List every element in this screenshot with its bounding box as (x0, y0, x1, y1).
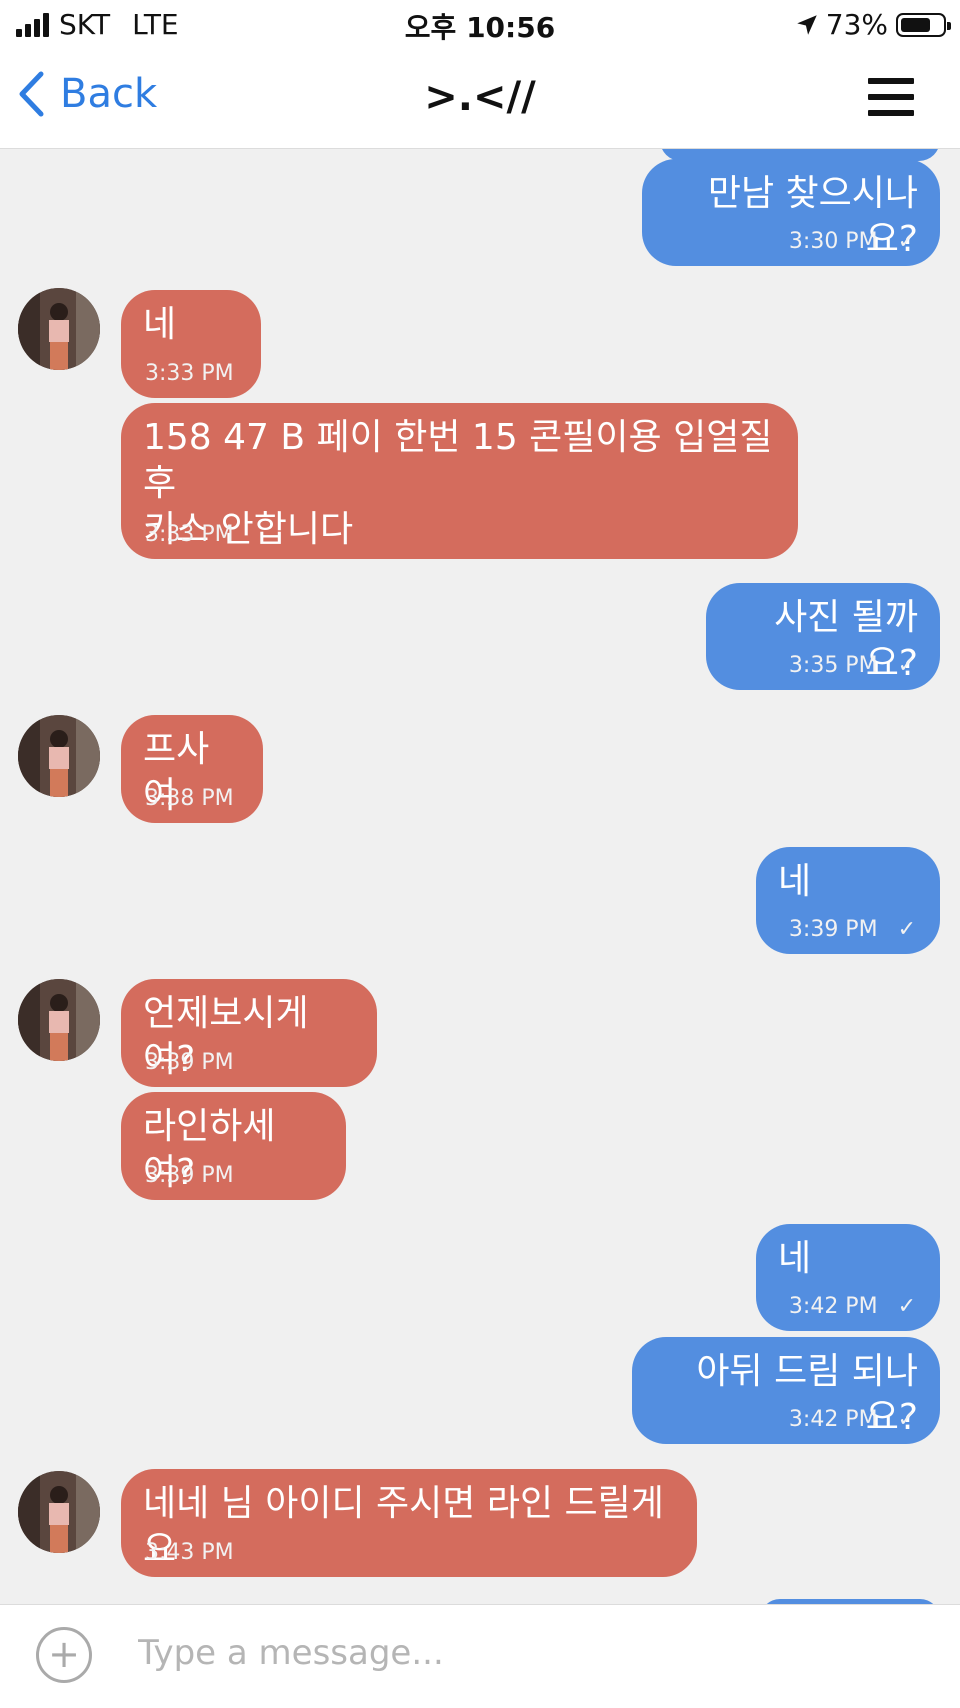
message-bubble-incoming[interactable]: 네네 님 아이디 주시면 라인 드릴게요 3:43 PM (121, 1469, 697, 1577)
message-time: 3:38 PM (145, 786, 234, 811)
profile-photo (18, 979, 100, 1061)
message-text: 네 (143, 304, 177, 345)
hamburger-menu-icon[interactable] (868, 78, 914, 116)
message-time: 3:33 PM (145, 522, 234, 547)
message-input[interactable] (136, 1621, 920, 1685)
message-time: 3:39 PM (145, 1050, 234, 1075)
message-time: 3:42 PM (788, 1407, 878, 1432)
message-bubble-incoming[interactable]: 프사여 3:38 PM (121, 715, 263, 823)
status-right: 73% (794, 8, 951, 41)
profile-photo (18, 1471, 100, 1553)
avatar[interactable] (18, 979, 100, 1061)
message-bubble-outgoing[interactable]: 만남 찾으시나요? 3:30 PM ✓ (642, 159, 940, 266)
message-time: 3:39 PM (145, 1163, 234, 1188)
message-meta: 3:35 PM ✓ (789, 653, 916, 678)
message-text: 네 (778, 861, 812, 902)
message-bubble-outgoing[interactable]: 아뒤 드림 되나요? 3:42 PM ✓ (632, 1337, 940, 1444)
message-text: 158 47 B 페이 한번 15 콘필이용 입얼질후 키스 안합니다 (143, 417, 773, 550)
avatar[interactable] (18, 1471, 100, 1553)
chat-title: >.<// (424, 74, 536, 120)
message-meta: 3:42 PM ✓ (789, 1294, 916, 1319)
message-bubble-outgoing[interactable]: 사진 될까요? 3:35 PM ✓ (706, 583, 940, 690)
profile-photo (18, 715, 100, 797)
nav-bar: Back >.<// (0, 48, 960, 149)
message-time: 3:33 PM (145, 361, 234, 386)
message-meta: 3:39 PM ✓ (789, 917, 916, 942)
message-meta: 3:30 PM ✓ (789, 229, 916, 254)
message-time: 3:42 PM (788, 1294, 878, 1319)
sent-check-icon: ✓ (897, 229, 916, 254)
sent-check-icon: ✓ (897, 917, 916, 942)
avatar[interactable] (18, 288, 100, 370)
message-input-bar: + (0, 1604, 960, 1708)
message-time: 3:39 PM (788, 917, 878, 942)
message-bubble-outgoing[interactable]: 네 3:42 PM ✓ (756, 1224, 940, 1331)
battery-percent: 73% (825, 8, 888, 41)
message-bubble-outgoing[interactable]: 네 3:39 PM ✓ (756, 847, 940, 954)
message-meta: 3:42 PM ✓ (789, 1407, 916, 1432)
location-arrow-icon (797, 14, 817, 35)
battery-icon (896, 12, 951, 37)
plus-circle-icon[interactable]: + (36, 1627, 92, 1683)
message-bubble-incoming[interactable]: 언제보시게여? 3:39 PM (121, 979, 377, 1087)
message-bubble-incoming[interactable]: 라인하세여? 3:39 PM (121, 1092, 346, 1200)
avatar[interactable] (18, 715, 100, 797)
sent-check-icon: ✓ (897, 1294, 916, 1319)
message-time: 3:43 PM (145, 1540, 234, 1565)
chat-thread[interactable]: 만남 찾으시나요? 3:30 PM ✓ 네 3:33 PM 158 47 B 페이… (0, 149, 960, 1604)
message-time: 3:30 PM (788, 229, 878, 254)
message-text: 네 (778, 1238, 812, 1279)
profile-photo (18, 288, 100, 370)
sent-check-icon: ✓ (897, 653, 916, 678)
status-bar: SKT LTE 오후 10:56 73% (0, 0, 960, 48)
message-bubble-incoming[interactable]: 네 3:33 PM (121, 290, 261, 398)
sent-check-icon: ✓ (897, 1407, 916, 1432)
message-bubble-incoming[interactable]: 158 47 B 페이 한번 15 콘필이용 입얼질후 키스 안합니다 3:33… (121, 403, 798, 559)
message-time: 3:35 PM (788, 653, 878, 678)
